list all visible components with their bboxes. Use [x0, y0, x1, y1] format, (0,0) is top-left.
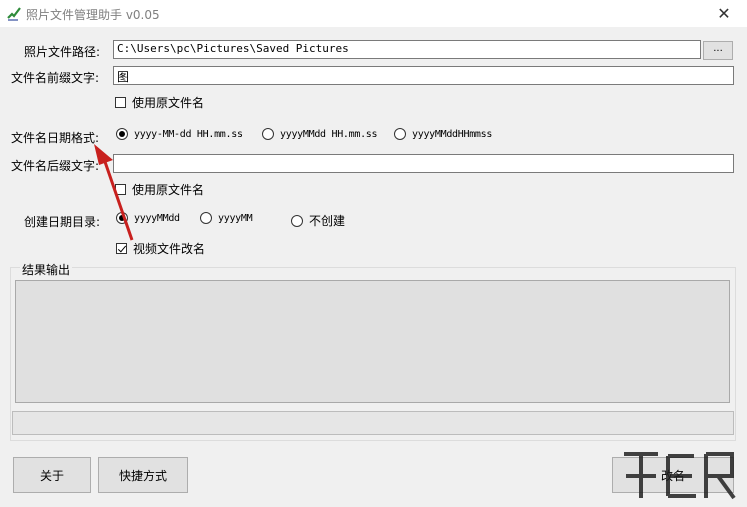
- date-format-option-label: yyyyMMddHHmmss: [412, 128, 493, 140]
- output-group-label: 结果输出: [20, 261, 73, 278]
- date-dir-option-3[interactable]: 不创建: [291, 212, 345, 229]
- date-dir-option-label: yyyyMM: [218, 212, 253, 224]
- suffix-input[interactable]: [113, 154, 734, 173]
- date-format-label: 文件名日期格式:: [11, 131, 100, 145]
- prefix-label: 文件名前缀文字:: [11, 71, 100, 85]
- radio-icon[interactable]: [394, 128, 406, 140]
- window-title: 照片文件管理助手 v0.05: [26, 8, 160, 22]
- date-format-option-2[interactable]: yyyyMMdd HH.mm.ss: [262, 128, 378, 140]
- shortcut-button[interactable]: 快捷方式: [98, 457, 188, 493]
- app-icon: [7, 7, 21, 21]
- radio-icon[interactable]: [291, 214, 303, 227]
- prefix-use-original-checkbox[interactable]: 使用原文件名: [115, 94, 204, 111]
- radio-icon[interactable]: [262, 128, 274, 140]
- date-dir-option-2[interactable]: yyyyMM: [200, 212, 253, 224]
- close-icon[interactable]: ✕: [701, 0, 747, 27]
- date-format-option-3[interactable]: yyyyMMddHHmmss: [394, 128, 492, 140]
- about-button[interactable]: 关于: [13, 457, 91, 493]
- date-dir-option-label: yyyyMMdd: [134, 212, 180, 224]
- browse-button[interactable]: ...: [703, 41, 733, 60]
- video-rename-label: 视频文件改名: [133, 242, 206, 256]
- prefix-use-original-label: 使用原文件名: [132, 96, 205, 110]
- radio-selected-icon[interactable]: [116, 212, 128, 224]
- video-rename-checkbox[interactable]: 视频文件改名: [116, 240, 205, 257]
- progress-bar: [12, 411, 734, 435]
- result-output-area[interactable]: [15, 280, 730, 403]
- checkbox-box[interactable]: [115, 97, 126, 108]
- suffix-label: 文件名后缀文字:: [11, 159, 100, 173]
- checkbox-checked-icon[interactable]: [116, 243, 127, 254]
- title-bar: 照片文件管理助手 v0.05 ✕: [0, 0, 747, 27]
- date-format-option-label: yyyyMMdd HH.mm.ss: [280, 128, 378, 140]
- checkbox-box[interactable]: [115, 184, 126, 195]
- radio-icon[interactable]: [200, 212, 212, 224]
- suffix-use-original-checkbox[interactable]: 使用原文件名: [115, 181, 204, 198]
- date-format-option-1[interactable]: yyyy-MM-dd HH.mm.ss: [116, 128, 243, 140]
- date-dir-label: 创建日期目录:: [24, 215, 101, 229]
- suffix-use-original-label: 使用原文件名: [132, 183, 205, 197]
- date-format-option-label: yyyy-MM-dd HH.mm.ss: [134, 128, 243, 140]
- photo-path-label: 照片文件路径:: [24, 45, 101, 59]
- prefix-input[interactable]: 图: [113, 66, 734, 85]
- radio-selected-icon[interactable]: [116, 128, 128, 140]
- date-dir-option-label: 不创建: [309, 214, 346, 228]
- photo-path-input[interactable]: C:\Users\pc\Pictures\Saved Pictures: [113, 40, 701, 59]
- site-watermark-logo: [624, 452, 736, 500]
- date-dir-option-1[interactable]: yyyyMMdd: [116, 212, 180, 224]
